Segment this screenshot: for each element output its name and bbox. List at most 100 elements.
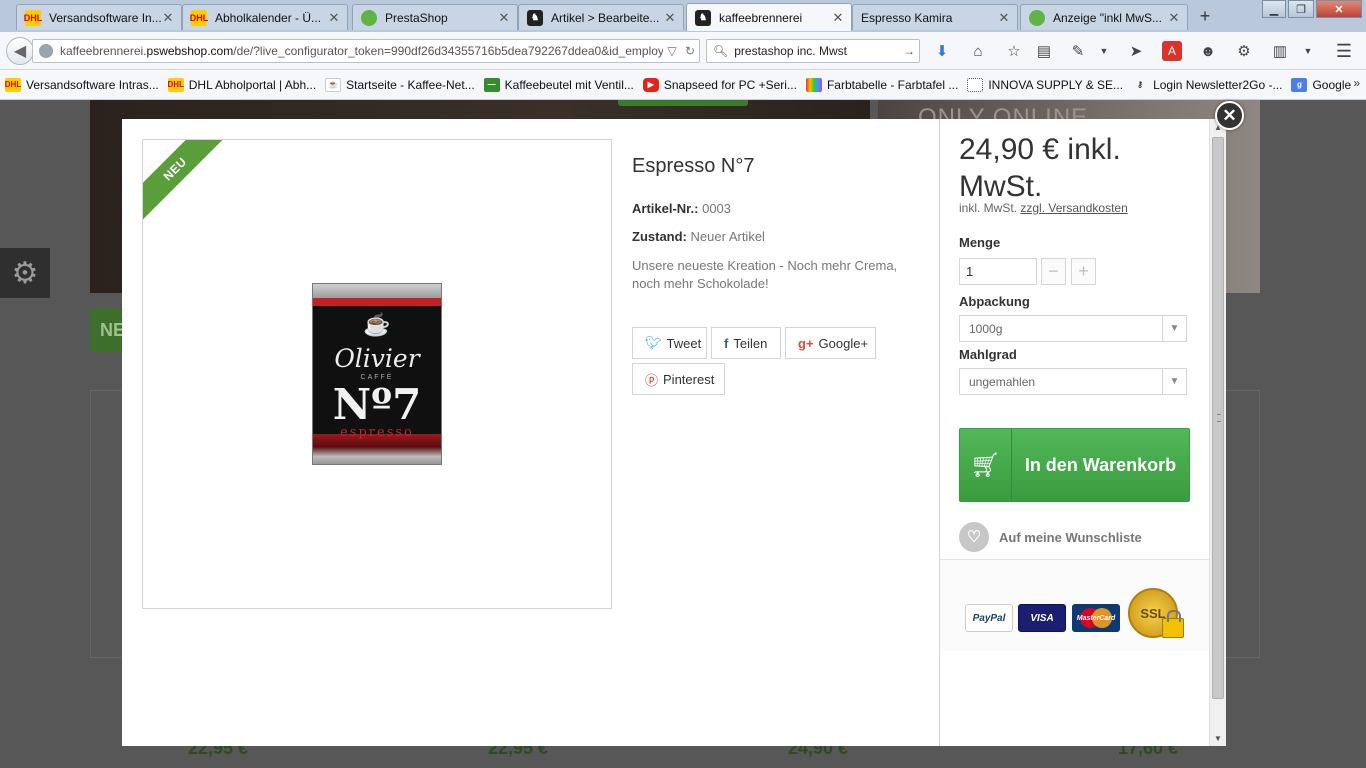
bookmark-item[interactable]: — Kaffeebeutel mit Ventil... [483,77,634,92]
theme-configurator-gear-icon[interactable]: ⚙ [0,248,50,298]
new-badge: NEU [143,140,227,221]
tab-kaffeebrennerei[interactable]: ♞ kaffeebrennerei ✕ [686,3,852,31]
product-image-frame[interactable]: NEU ☕ Olivier CAFFÈ Nº7 espresso [142,139,612,609]
close-tab-icon[interactable]: ✕ [831,10,845,26]
bookmark-item[interactable]: g Google [1291,77,1351,92]
extension-icon[interactable]: ⚙ [1234,41,1254,61]
send-icon[interactable]: ➤ [1126,41,1146,61]
add-to-cart-button[interactable]: 🛒︎ In den Warenkorb [959,428,1190,502]
google-icon: g [1291,77,1308,92]
bookmark-item[interactable]: DHL DHL Abholportal | Abh... [168,77,316,92]
bookmark-star-icon[interactable]: ☆ [1004,41,1024,61]
bookmark-item[interactable]: ▶ Snapseed for PC +Seri... [642,77,797,92]
tab-versandsoftware[interactable]: DHL Versandsoftware In... ✕ [16,4,182,30]
bookmark-label: INNOVA SUPPLY & SE... [988,77,1124,92]
scroll-thumb[interactable] [1212,137,1224,699]
bookmark-item[interactable]: Farbtabelle - Farbtafel ... [805,77,958,92]
url-text[interactable]: kaffeebrennerei.pswebshop.com/de/?live_c… [60,44,663,58]
search-go-icon[interactable]: → [903,44,919,58]
close-modal-button[interactable]: ✕ [1215,101,1244,130]
tab-bar: DHL Versandsoftware In... ✕ DHL Abholkal… [0,0,1366,32]
bookmark-label: Snapseed for PC +Seri... [663,77,797,92]
eyedropper-icon[interactable]: ✎ [1068,41,1088,61]
add-to-cart-label: In den Warenkorb [1024,455,1177,475]
download-icon[interactable]: ⬇ [932,41,952,61]
condition-value: Neuer Artikel [690,229,765,244]
tab-prestashop[interactable]: PrestaShop ✕ [352,4,518,30]
chevron-down-icon: ▼ [1162,369,1186,394]
close-tab-icon[interactable]: ✕ [497,10,511,26]
bookmark-item[interactable]: ☕ Startseite - Kaffee-Net... [325,77,475,92]
shopping-cart-icon: 🛒︎ [960,429,1012,501]
home-icon[interactable]: ⌂ [968,41,988,61]
quantity-input[interactable]: 1 [959,258,1037,285]
modal-scrollbar[interactable]: ▲ ▼ [1209,119,1226,746]
tab-artikel-bearbeiten[interactable]: ♞ Artikel > Bearbeite... ✕ [518,4,684,30]
url-host: pswebshop.com [146,44,234,58]
product-image[interactable]: ☕ Olivier CAFFÈ Nº7 espresso [312,283,442,465]
chevron-down-icon: ▼ [1162,316,1186,341]
search-input[interactable]: prestashop inc. Mwst [734,44,903,58]
grind-select[interactable]: ungemahlen ▼ [959,368,1187,395]
tab-anzeige-inkl-mwst[interactable]: Anzeige "inkl MwS... ✕ [1020,4,1188,30]
address-bar[interactable]: kaffeebrennerei.pswebshop.com/de/?live_c… [32,39,700,63]
clipboard-dropdown-icon[interactable]: ▼ [1298,41,1318,61]
tab-label: Versandsoftware In... [49,10,161,25]
tweet-label: Tweet [666,335,702,351]
buy-box: 24,90 € inkl. MwSt. inkl. MwSt. zzgl. Ve… [939,119,1226,746]
mastercard-label: MasterCard [1076,614,1116,622]
product-description: Unsere neueste Kreation - Noch mehr Crem… [632,258,898,291]
tab-label: Artikel > Bearbeite... [551,10,660,25]
bookmark-item[interactable]: ⚷ Login Newsletter2Go -... [1132,78,1282,92]
minimize-button[interactable]: ▁ [1262,0,1286,18]
pinterest-button[interactable]: ⓟ Pinterest [632,363,725,395]
new-tab-button[interactable]: + [1196,6,1214,26]
eyedropper-dropdown-icon[interactable]: ▼ [1094,41,1114,61]
quantity-increase-button[interactable]: + [1071,258,1096,285]
shipping-cost-link[interactable]: zzgl. Versandkosten [1020,201,1127,215]
minus-icon: − [1048,261,1059,281]
bookmark-item[interactable]: DHL Versandsoftware Intras... [5,77,159,92]
key-icon: ⚷ [1137,80,1143,89]
packaging-select[interactable]: 1000g ▼ [959,315,1187,342]
pdf-icon[interactable]: A [1162,41,1182,61]
chat-icon[interactable]: ☻ [1198,41,1218,61]
bookmark-label: Startseite - Kaffee-Net... [346,77,475,92]
reload-icon[interactable]: ↻ [681,44,699,58]
grind-label: Mahlgrad [959,347,1017,362]
close-tab-icon[interactable]: ✕ [997,10,1011,26]
clipboard-icon[interactable]: ▥ [1270,41,1290,61]
back-button[interactable]: ◀ [6,37,34,65]
payment-logos: PayPal VISA MasterCard SSL [940,559,1212,651]
tab-abholkalender[interactable]: DHL Abholkalender - Ü... ✕ [182,4,348,30]
tweet-button[interactable]: 🐦︎ Tweet [632,327,707,359]
menu-icon[interactable]: ☰ [1334,41,1354,61]
tax-info: inkl. MwSt. zzgl. Versandkosten [959,201,1128,215]
paypal-logo: PayPal [965,604,1013,632]
google-plus-label: Google+ [818,335,869,351]
google-plus-button[interactable]: g+ Google+ [785,327,876,359]
scroll-down-icon[interactable]: ▼ [1210,730,1226,746]
more-bookmarks-icon[interactable]: » [1353,76,1360,90]
search-bar[interactable]: 🔍︎ prestashop inc. Mwst → [706,39,920,63]
maximize-button[interactable]: ❐ [1288,0,1314,18]
add-to-wishlist-link[interactable]: ♡ Auf meine Wunschliste [959,522,1142,552]
reading-list-icon[interactable]: ▤ [1034,41,1054,61]
url-path: /de/?live_configurator_token=990df26d343… [233,44,663,58]
facebook-share-button[interactable]: f Teilen [711,327,781,359]
quick-view-modal: NEU ☕ Olivier CAFFÈ Nº7 espresso Espress… [122,119,1226,746]
packaging-label: Abpackung [959,294,1030,309]
bookmarks-bar: DHL Versandsoftware Intras... DHL DHL Abho… [0,70,1366,100]
close-tab-icon[interactable]: ✕ [663,10,677,26]
back-arrow-icon: ◀ [13,43,27,60]
close-tab-icon[interactable]: ✕ [1167,10,1181,26]
quantity-label: Menge [959,235,1001,250]
dropdown-arrow-icon[interactable]: ▽ [663,44,681,58]
bookmark-item[interactable]: INNOVA SUPPLY & SE... [967,77,1124,92]
tab-espresso-kamira[interactable]: Espresso Kamira ✕ [852,4,1018,30]
close-tab-icon[interactable]: ✕ [327,10,341,26]
window-close-button[interactable]: ✕ [1316,0,1362,18]
close-tab-icon[interactable]: ✕ [161,10,175,26]
quantity-decrease-button[interactable]: − [1041,258,1066,285]
reference-label: Artikel-Nr.: [632,201,699,216]
